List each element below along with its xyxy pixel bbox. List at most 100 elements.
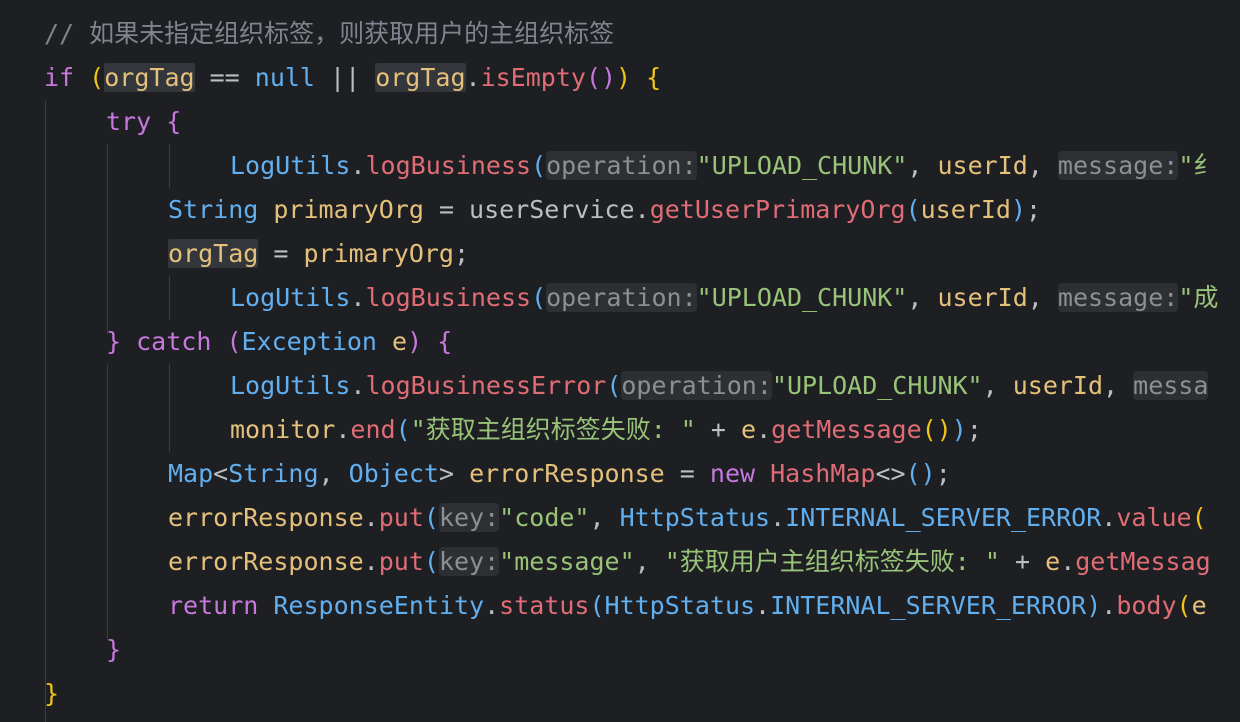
- parameter-hint: key:: [438, 547, 500, 576]
- code-token: primaryOrg: [273, 195, 424, 224]
- code-editor[interactable]: // 如果未指定组织标签，则获取用户的主组织标签 if (orgTag == nu…: [0, 0, 1240, 722]
- code-token: {: [437, 327, 453, 356]
- code-token: getMessag: [1075, 547, 1211, 576]
- code-token: +: [999, 547, 1046, 576]
- code-line[interactable]: LogUtils.logBusiness(operation:"UPLOAD_C…: [230, 144, 1218, 188]
- code-line[interactable]: monitor.end("获取主组织标签失败: " + e.getMessage…: [230, 408, 982, 452]
- code-line[interactable]: LogUtils.logBusiness(operation:"UPLOAD_C…: [230, 276, 1218, 320]
- code-token: (: [606, 371, 622, 400]
- code-token: errorResponse: [469, 459, 665, 488]
- code-token: .: [465, 63, 481, 92]
- parameter-hint: operation:: [546, 283, 697, 312]
- code-token: "获取主组织标签失败: ": [410, 415, 696, 444]
- code-token: userId: [937, 151, 1028, 180]
- code-token: String: [168, 195, 259, 224]
- code-token: ,: [634, 547, 665, 576]
- code-token: (): [585, 63, 617, 92]
- code-line[interactable]: errorResponse.put(key:"message", "获取用户主组…: [168, 540, 1211, 584]
- code-token: .: [1101, 591, 1117, 620]
- code-line[interactable]: }: [106, 628, 121, 672]
- parameter-hint: message:: [1057, 151, 1179, 180]
- code-line[interactable]: if (orgTag == null || orgTag.isEmpty()) …: [44, 56, 661, 100]
- code-token: ;: [935, 459, 951, 488]
- code-token: e: [1191, 591, 1207, 620]
- code-line[interactable]: } catch (Exception e) {: [106, 320, 452, 364]
- code-token: (): [921, 415, 952, 444]
- code-token: =: [423, 195, 470, 224]
- code-token: }: [106, 327, 122, 356]
- code-line[interactable]: Map<String, Object> errorResponse = new …: [168, 452, 951, 496]
- code-token: userService: [469, 195, 635, 224]
- code-token: (: [89, 63, 105, 92]
- code-token: errorResponse: [168, 547, 364, 576]
- code-token: "UPLOAD_CHUNK": [696, 151, 908, 180]
- code-line[interactable]: return ResponseEntity.status(HttpStatus.…: [168, 584, 1207, 628]
- code-token: monitor: [230, 415, 336, 444]
- code-token: +: [695, 415, 742, 444]
- code-token: "成: [1178, 283, 1219, 312]
- code-token: (: [531, 283, 547, 312]
- code-token: HashMap: [770, 459, 876, 488]
- code-token: e: [392, 327, 408, 356]
- code-token: errorResponse: [168, 503, 364, 532]
- indent-guide: [169, 364, 170, 452]
- code-token: LogUtils: [230, 283, 351, 312]
- parameter-hint: key:: [438, 503, 500, 532]
- code-token: orgTag: [375, 63, 466, 92]
- code-token: .: [363, 503, 379, 532]
- code-token: ;: [966, 415, 982, 444]
- code-token: ,: [589, 503, 620, 532]
- indent-guide: [107, 364, 108, 640]
- code-token: new: [709, 459, 756, 488]
- code-token: (: [395, 415, 411, 444]
- code-token: {: [166, 107, 182, 136]
- code-line[interactable]: try {: [106, 100, 181, 144]
- code-token: catch: [136, 327, 212, 356]
- code-token: "message": [499, 547, 635, 576]
- code-token: end: [350, 415, 396, 444]
- code-token: ): [1086, 591, 1102, 620]
- code-line[interactable]: // 如果未指定组织标签，则获取用户的主组织标签: [44, 12, 614, 56]
- code-token: ,: [907, 283, 938, 312]
- code-token: userId: [920, 195, 1011, 224]
- code-token: logBusiness: [365, 283, 532, 312]
- parameter-hint: messa: [1133, 371, 1209, 400]
- code-token: logBusiness: [365, 151, 532, 180]
- code-token: Map: [168, 459, 214, 488]
- code-token: .: [350, 151, 366, 180]
- code-token: put: [378, 503, 424, 532]
- code-token: .: [350, 283, 366, 312]
- code-line[interactable]: LogUtils.logBusinessError(operation:"UPL…: [230, 364, 1209, 408]
- code-token: (: [1191, 503, 1207, 532]
- code-token: "UPLOAD_CHUNK": [696, 283, 908, 312]
- code-token: orgTag: [104, 63, 195, 92]
- code-token: ): [1010, 195, 1026, 224]
- code-token: <: [213, 459, 229, 488]
- code-token: return: [168, 591, 259, 620]
- code-token: value: [1116, 503, 1192, 532]
- code-line[interactable]: String primaryOrg = userService.getUserP…: [168, 188, 1041, 232]
- code-token: (: [423, 547, 439, 576]
- code-token: ==: [194, 63, 255, 92]
- code-token: ,: [1027, 151, 1058, 180]
- code-token: .: [363, 547, 379, 576]
- code-token: .: [335, 415, 351, 444]
- code-line[interactable]: errorResponse.put(key:"code", HttpStatus…: [168, 496, 1207, 540]
- code-token: (: [905, 195, 921, 224]
- code-token: String: [228, 459, 319, 488]
- code-line[interactable]: orgTag = primaryOrg;: [168, 232, 469, 276]
- code-line[interactable]: }: [44, 672, 59, 716]
- code-token: .: [350, 371, 366, 400]
- code-token: >: [438, 459, 470, 488]
- code-token: ,: [982, 371, 1013, 400]
- code-token: HttpStatus: [619, 503, 771, 532]
- code-token: (: [1176, 591, 1192, 620]
- code-token: ResponseEntity: [273, 591, 485, 620]
- code-token: primaryOrg: [303, 239, 454, 268]
